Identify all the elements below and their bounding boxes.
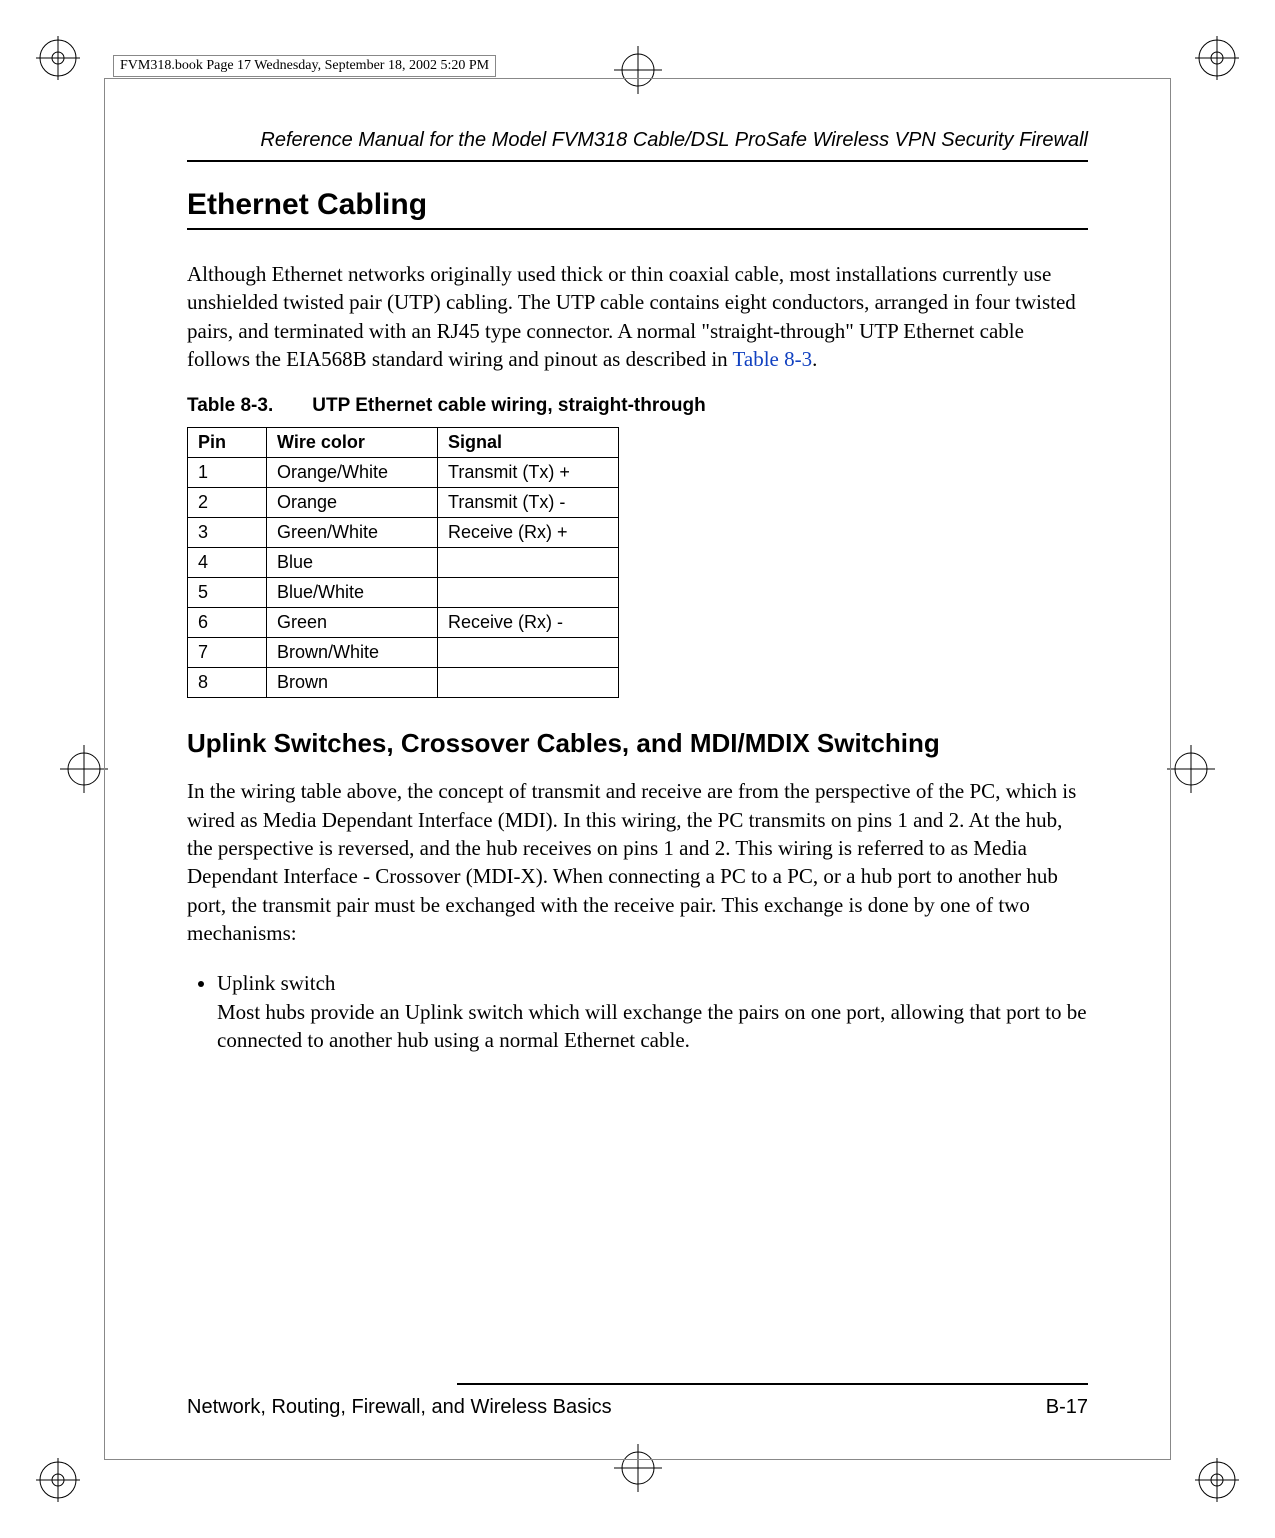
intro-paragraph-text-pre: Although Ethernet networks originally us… (187, 262, 1076, 371)
cell-wire-color: Orange (267, 488, 438, 518)
table-caption-title: UTP Ethernet cable wiring, straight-thro… (312, 395, 705, 416)
cell-pin: 8 (188, 668, 267, 698)
footer-rule (187, 1383, 1088, 1385)
bullet-body-text: Most hubs provide an Uplink switch which… (217, 1000, 1087, 1052)
cell-pin: 4 (188, 548, 267, 578)
running-header: FVM318.book Page 17 Wednesday, September… (113, 55, 496, 77)
cell-wire-color: Blue (267, 548, 438, 578)
cell-signal: Transmit (Tx) + (438, 458, 619, 488)
cell-pin: 3 (188, 518, 267, 548)
document-header: Reference Manual for the Model FVM318 Ca… (187, 129, 1088, 162)
subsection-heading: Uplink Switches, Crossover Cables, and M… (187, 728, 1088, 759)
crop-mark-icon (34, 34, 82, 82)
cell-pin: 6 (188, 608, 267, 638)
document-header-text: Reference Manual for the Model FVM318 Ca… (260, 129, 1088, 151)
subsection-paragraph-text: In the wiring table above, the concept o… (187, 779, 1076, 945)
cell-pin: 1 (188, 458, 267, 488)
intro-paragraph: Although Ethernet networks originally us… (187, 260, 1088, 373)
cell-signal (438, 638, 619, 668)
table-row: 7Brown/White (188, 638, 619, 668)
table-row: 2OrangeTransmit (Tx) - (188, 488, 619, 518)
subsection-paragraph: In the wiring table above, the concept o… (187, 777, 1088, 947)
table-header-wire-color: Wire color (267, 428, 438, 458)
registration-mark-icon (60, 745, 108, 793)
crop-mark-icon (1193, 34, 1241, 82)
running-header-text: FVM318.book Page 17 Wednesday, September… (120, 58, 489, 73)
cell-signal (438, 578, 619, 608)
cell-signal: Receive (Rx) + (438, 518, 619, 548)
table-row: 6GreenReceive (Rx) - (188, 608, 619, 638)
cell-wire-color: Green/White (267, 518, 438, 548)
table-reference-link[interactable]: Table 8-3 (733, 347, 813, 371)
section-heading: Ethernet Cabling (187, 188, 1088, 222)
table-row: 4Blue (188, 548, 619, 578)
cell-signal (438, 548, 619, 578)
page-footer: Network, Routing, Firewall, and Wireless… (187, 1386, 1088, 1419)
cell-signal: Receive (Rx) - (438, 608, 619, 638)
table-row: 5Blue/White (188, 578, 619, 608)
cell-pin: 2 (188, 488, 267, 518)
page-content: Reference Manual for the Model FVM318 Ca… (187, 129, 1088, 1419)
cell-signal (438, 668, 619, 698)
table-row: 8Brown (188, 668, 619, 698)
cell-wire-color: Orange/White (267, 458, 438, 488)
cell-wire-color: Green (267, 608, 438, 638)
crop-mark-icon (1193, 1456, 1241, 1504)
heading-rule (187, 228, 1088, 230)
list-item: Uplink switch Most hubs provide an Uplin… (217, 969, 1088, 1054)
registration-mark-icon (1167, 745, 1215, 793)
bullet-heading: Uplink switch (217, 969, 1088, 997)
cell-signal: Transmit (Tx) - (438, 488, 619, 518)
wiring-table: Pin Wire color Signal 1Orange/WhiteTrans… (187, 427, 619, 698)
subsection-heading-text: Uplink Switches, Crossover Cables, and M… (187, 728, 940, 758)
intro-paragraph-text-post: . (812, 347, 817, 371)
table-caption-number: Table 8-3. (187, 395, 307, 417)
table-row: 1Orange/WhiteTransmit (Tx) + (188, 458, 619, 488)
cell-wire-color: Brown (267, 668, 438, 698)
crop-mark-icon (34, 1456, 82, 1504)
cell-wire-color: Blue/White (267, 578, 438, 608)
table-header-pin: Pin (188, 428, 267, 458)
section-heading-text: Ethernet Cabling (187, 188, 427, 221)
table-caption: Table 8-3. UTP Ethernet cable wiring, st… (187, 395, 1088, 417)
table-row: 3Green/WhiteReceive (Rx) + (188, 518, 619, 548)
page-frame: FVM318.book Page 17 Wednesday, September… (104, 78, 1171, 1460)
cell-wire-color: Brown/White (267, 638, 438, 668)
footer-page-number: B-17 (1046, 1396, 1088, 1419)
table-header-signal: Signal (438, 428, 619, 458)
footer-section-title: Network, Routing, Firewall, and Wireless… (187, 1396, 612, 1419)
bullet-list: Uplink switch Most hubs provide an Uplin… (187, 969, 1088, 1054)
cell-pin: 5 (188, 578, 267, 608)
table-header-row: Pin Wire color Signal (188, 428, 619, 458)
cell-pin: 7 (188, 638, 267, 668)
